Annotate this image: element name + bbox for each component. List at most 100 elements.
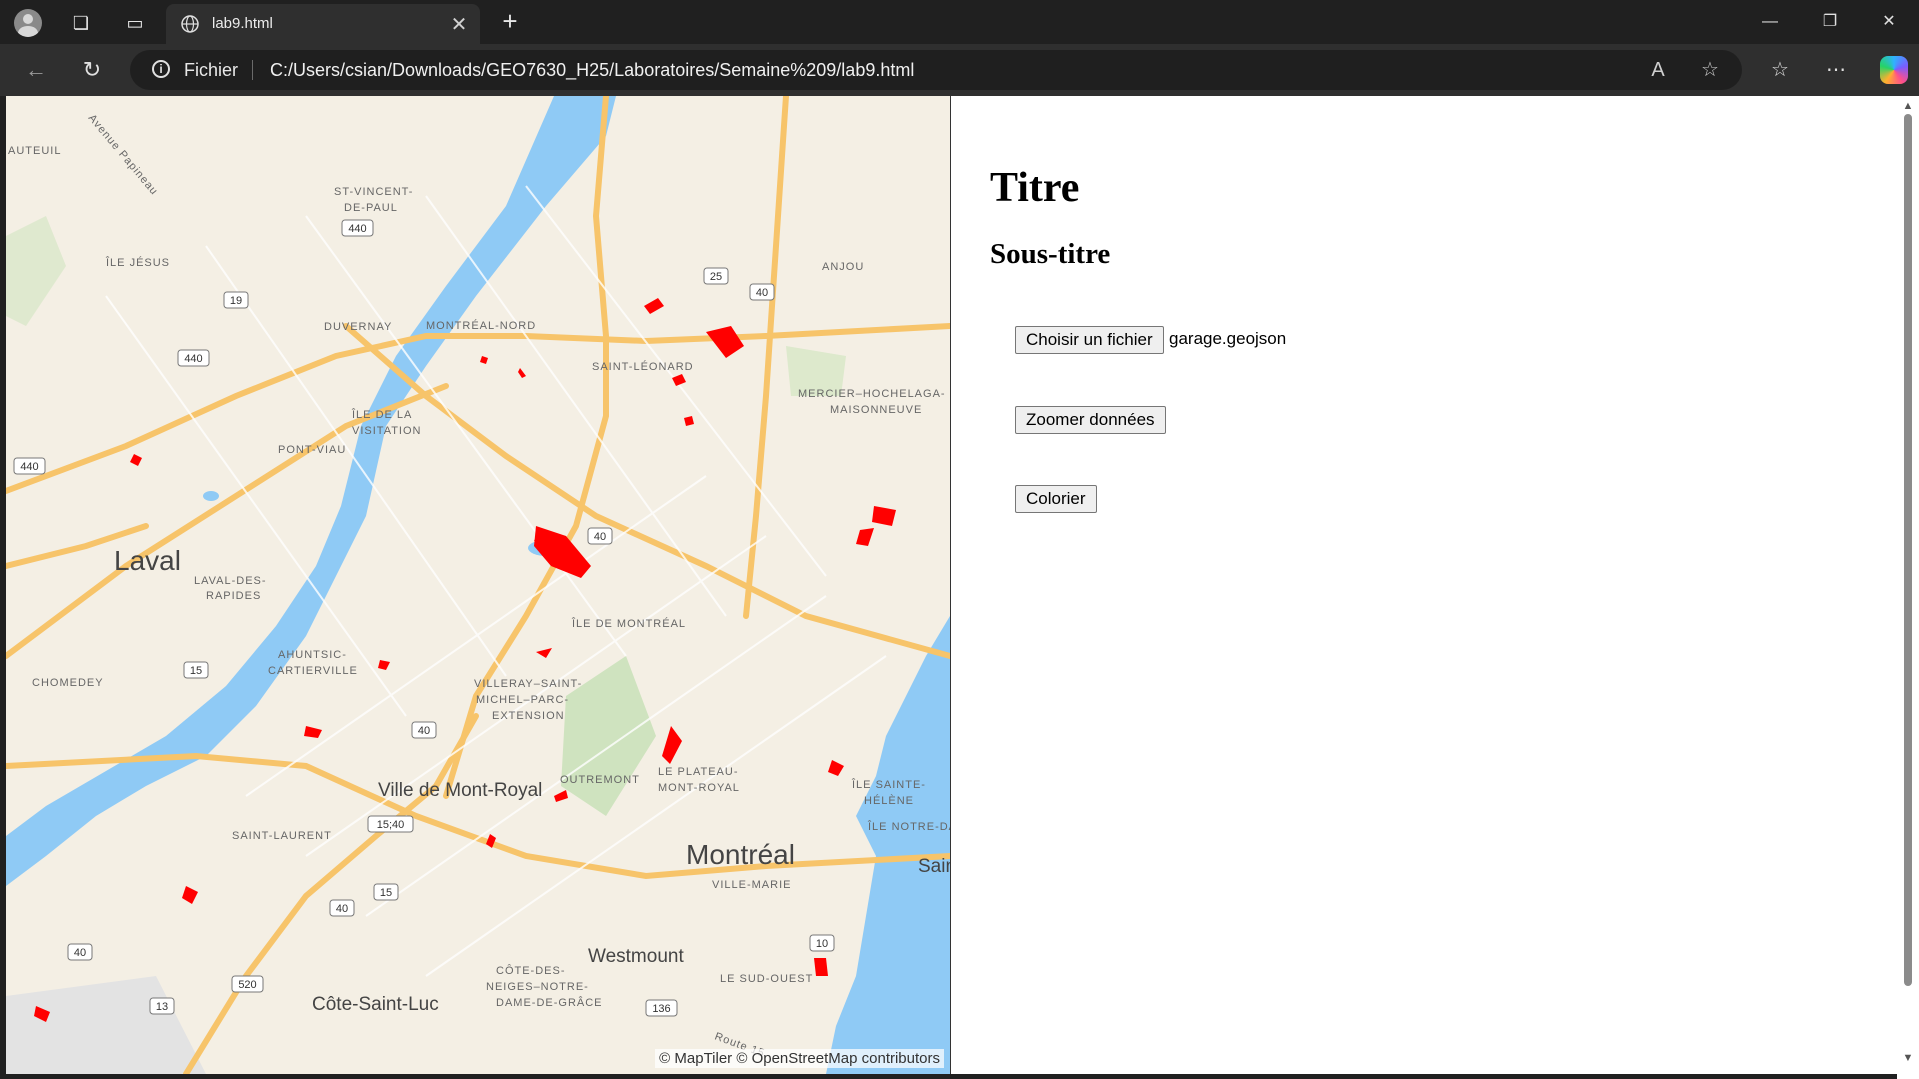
divider [252, 60, 253, 80]
route-shield-label: 15 [380, 887, 392, 899]
place-label: HÉLÈNE [864, 794, 914, 807]
place-label: MONTRÉAL-NORD [426, 319, 536, 332]
route-shield-label: 440 [348, 223, 366, 235]
favorites-icon[interactable]: ☆ [1766, 56, 1794, 84]
place-label: EXTENSION [492, 710, 565, 722]
route-shield-label: 440 [20, 461, 38, 473]
info-icon[interactable]: i [152, 60, 170, 78]
place-label: PONT-VIAU [278, 444, 346, 456]
place-label: MICHEL–PARC- [476, 694, 569, 706]
refresh-icon[interactable]: ↻ [78, 56, 106, 84]
tab-bar: ❏ ▭ lab9.html ✕ + — ❐ ✕ [0, 0, 1919, 44]
place-label: OUTREMONT [560, 774, 640, 786]
colorize-button[interactable]: Colorier [1015, 485, 1097, 513]
choose-file-button[interactable]: Choisir un fichier [1015, 326, 1164, 354]
place-label: Montréal [686, 839, 795, 870]
place-label: SAINT-LÉONARD [592, 360, 694, 373]
read-aloud-icon[interactable]: A [1646, 58, 1670, 82]
place-label: RAPIDES [206, 590, 261, 602]
place-label: Sain [918, 856, 950, 877]
place-label: CÔTE-DES- [496, 964, 566, 977]
tab-title: lab9.html [212, 15, 273, 32]
page-subtitle: Sous-titre [990, 238, 1111, 270]
place-label: VISITATION [352, 425, 422, 437]
browser-tab[interactable]: lab9.html ✕ [166, 4, 480, 44]
scroll-down-icon[interactable]: ▼ [1901, 1052, 1915, 1064]
place-label: ÎLE DE LA [351, 408, 412, 421]
place-label: LE SUD-OUEST [720, 973, 813, 985]
place-label: DUVERNAY [324, 321, 392, 333]
restore-button[interactable]: ❐ [1810, 10, 1850, 34]
route-shield-label: 40 [594, 531, 606, 543]
route-shield-label: 40 [418, 725, 430, 737]
place-label: SAINT-LAURENT [232, 830, 332, 842]
place-label: VILLERAY–SAINT- [474, 678, 582, 690]
route-shield-label: 15;40 [377, 819, 405, 831]
place-label: MONT-ROYAL [658, 782, 740, 794]
route-shield-label: 520 [238, 979, 256, 991]
place-label: ÎLE DE MONTRÉAL [571, 617, 686, 630]
url-text[interactable]: C:/Users/csian/Downloads/GEO7630_H25/Lab… [270, 60, 914, 81]
workspaces-icon[interactable]: ❏ [68, 10, 94, 36]
back-arrow-icon[interactable]: ← [22, 56, 50, 84]
scheme-label: Fichier [184, 60, 239, 80]
place-label: LE PLATEAU- [658, 766, 739, 778]
page-content: AUTEUIL Avenue Papineau ST-VINCENT- DE-PAUL… [6, 96, 1897, 1074]
place-label: ANJOU [822, 261, 864, 273]
place-label: DE-PAUL [344, 202, 398, 214]
page-scrollbar[interactable]: ▲ ▼ [1897, 96, 1919, 1079]
place-label: ÎLE SAINTE- [851, 778, 926, 791]
scroll-up-icon[interactable]: ▲ [1901, 100, 1915, 112]
close-window-button[interactable]: ✕ [1869, 10, 1909, 34]
land-area [6, 96, 950, 1074]
route-shield-label: 10 [816, 938, 828, 950]
place-label: Westmount [588, 946, 684, 967]
route-shield-label: 40 [336, 903, 348, 915]
place-label: MAISONNEUVE [830, 404, 922, 416]
place-label: VILLE-MARIE [712, 879, 791, 891]
lake [203, 491, 219, 501]
route-shield-label: 40 [74, 947, 86, 959]
place-label: AHUNTSIC- [278, 649, 347, 661]
route-shield-label: 440 [184, 353, 202, 365]
tab-close-icon[interactable]: ✕ [448, 12, 470, 37]
zoom-data-button[interactable]: Zoomer données [1015, 406, 1166, 434]
place-label: ST-VINCENT- [334, 186, 413, 198]
place-label: NEIGES–NOTRE- [486, 981, 589, 993]
place-label: Laval [114, 545, 181, 576]
control-panel: Titre Sous-titre Choisir un fichier gara… [950, 96, 1897, 1074]
place-label: Côte-Saint-Luc [312, 994, 439, 1015]
place-label: DAME-DE-GRÂCE [496, 996, 603, 1009]
new-tab-button[interactable]: + [496, 8, 524, 34]
route-shield-label: 25 [710, 271, 722, 283]
place-label: CHOMEDEY [32, 677, 104, 689]
address-toolbar: ← ↻ i Fichier C:/Users/csian/Downloads/G… [0, 44, 1919, 96]
route-shield-label: 15 [190, 665, 202, 677]
place-label: AUTEUIL [8, 145, 61, 157]
tab-actions-icon[interactable]: ▭ [122, 10, 148, 36]
profile-avatar-icon[interactable] [14, 9, 42, 37]
route-shield-label: 136 [652, 1003, 670, 1015]
place-label: ÎLE NOTRE-DA [867, 820, 950, 833]
route-shield-label: 19 [230, 295, 242, 307]
minimize-button[interactable]: — [1750, 10, 1790, 34]
selected-file-name: garage.geojson [1169, 329, 1287, 348]
more-options-icon[interactable]: ⋯ [1822, 56, 1850, 84]
place-label: MERCIER–HOCHELAGA- [798, 388, 946, 400]
favorite-star-icon[interactable]: ☆ [1698, 58, 1722, 82]
place-label: ÎLE JÉSUS [105, 256, 170, 269]
page-title: Titre [990, 165, 1080, 211]
map-attribution[interactable]: © MapTiler © OpenStreetMap contributors [655, 1049, 944, 1068]
route-shield-label: 13 [156, 1001, 168, 1013]
scroll-thumb[interactable] [1904, 114, 1912, 986]
garage-polygon[interactable] [814, 958, 828, 976]
map-canvas[interactable]: AUTEUIL Avenue Papineau ST-VINCENT-DE-PAUL… [6, 96, 950, 1074]
address-bar[interactable]: i Fichier C:/Users/csian/Downloads/GEO76… [130, 50, 1742, 90]
map-view[interactable]: AUTEUIL Avenue Papineau ST-VINCENT- DE-PAUL… [6, 96, 951, 1074]
copilot-icon[interactable] [1880, 56, 1908, 84]
place-label: CARTIERVILLE [268, 665, 358, 677]
globe-icon [181, 15, 199, 33]
route-shield-label: 40 [756, 287, 768, 299]
place-label: Ville de Mont-Royal [378, 780, 542, 801]
place-label: LAVAL-DES- [194, 575, 267, 587]
